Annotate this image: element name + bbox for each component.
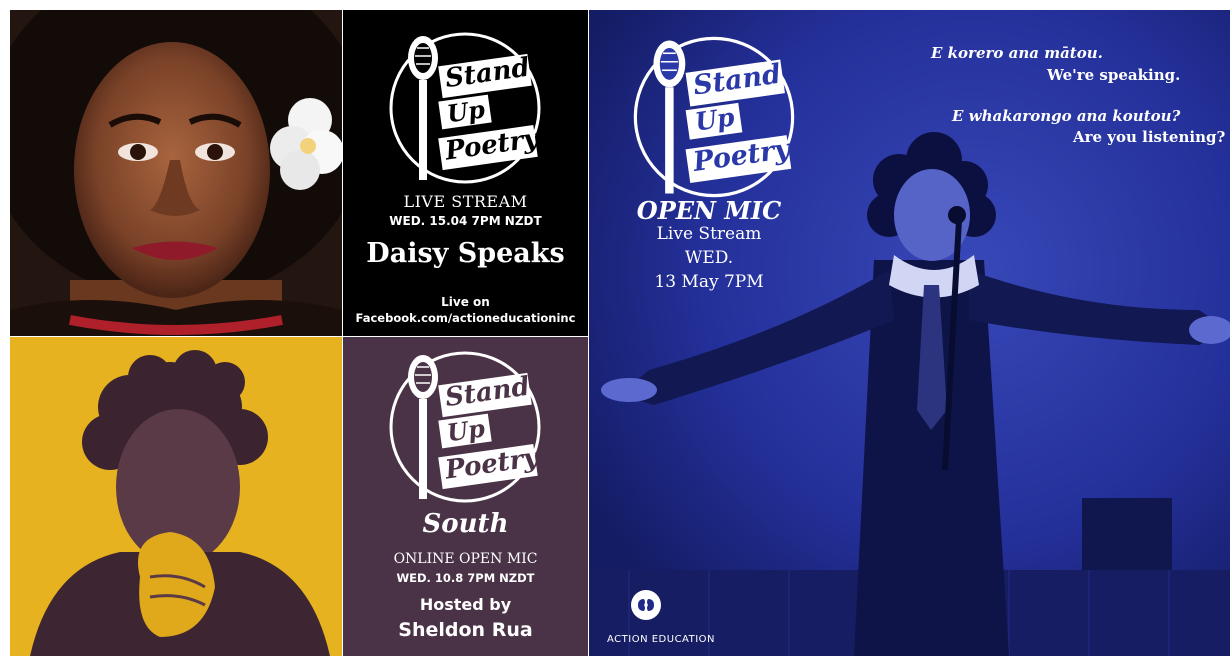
south-event-label: ONLINE OPEN MIC (393, 551, 538, 567)
daisy-speaks-poster: Stand Up Poetry LIVE STREAM WED. 15.04 7… (343, 10, 588, 336)
open-mic-title: OPEN MIC (636, 196, 782, 225)
open-mic-poster: Stand Up Poetry OPEN MIC Live Stream WED… (589, 10, 1230, 656)
performer-name: Daisy Speaks (366, 238, 565, 269)
south-subtitle: South (422, 509, 509, 539)
event-label: LIVE STREAM (403, 192, 528, 211)
open-mic-line3: 13 May 7PM (654, 272, 764, 292)
quote1-maori: E korero ana mātou. (931, 44, 1103, 62)
portrait-woman-image (10, 10, 342, 336)
portrait-man-image (10, 337, 342, 656)
action-education-brand: ACTION EDUCATION (607, 634, 716, 645)
stand-up-poetry-logo-open-mic: Stand Up Poetry (629, 32, 799, 202)
facebook-url[interactable]: Facebook.com/actioneducationinc (343, 311, 588, 325)
open-mic-line1: Live Stream (656, 224, 762, 244)
stand-up-poetry-logo-south: Stand Up Poetry (385, 347, 545, 507)
live-on-label: Live on (441, 295, 490, 309)
open-mic-line2: WED. (684, 248, 734, 268)
host-name: Sheldon Rua (398, 619, 533, 641)
event-date: WED. 15.04 7PM NZDT (389, 214, 542, 228)
action-education-logo-icon (631, 590, 661, 620)
quote2-english: Are you listening? (1073, 128, 1226, 146)
stand-up-poetry-logo: Stand Up Poetry (385, 28, 545, 188)
quote2-maori: E whakarongo ana koutou? (952, 107, 1181, 125)
south-event-date: WED. 10.8 7PM NZDT (396, 571, 535, 585)
portrait-woman (10, 10, 342, 336)
hosted-by-label: Hosted by (419, 595, 512, 614)
quote1-english: We're speaking. (1047, 66, 1181, 84)
portrait-man (10, 337, 342, 656)
south-poster: Stand Up Poetry South ONLINE OPEN MIC WE… (343, 337, 588, 656)
